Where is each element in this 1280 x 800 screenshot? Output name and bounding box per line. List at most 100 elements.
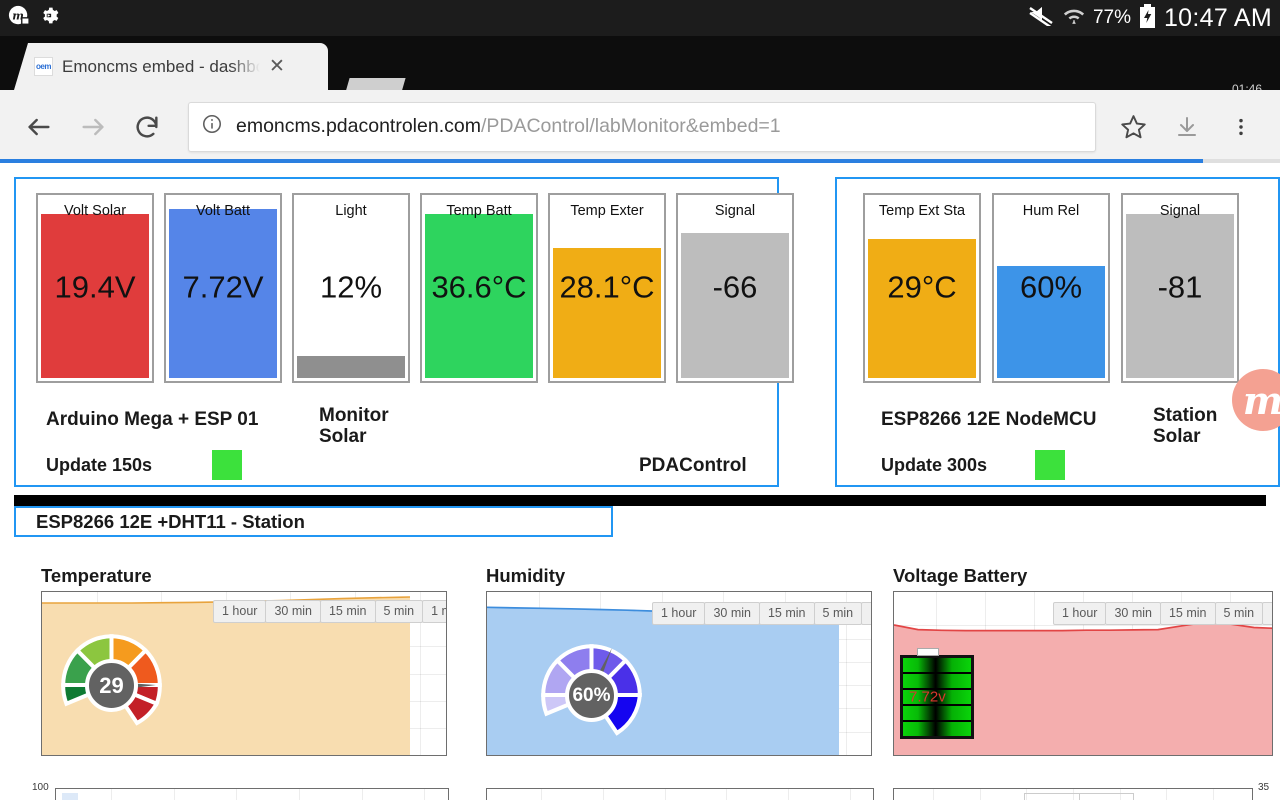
gauge-value: 12%: [294, 269, 408, 305]
m-app-icon: m: [8, 5, 30, 32]
range-button-30-min[interactable]: 30 min: [704, 602, 760, 625]
panel-left-update: Update 150s: [46, 455, 152, 476]
back-icon[interactable]: [14, 102, 64, 152]
tab-favicon: oem: [34, 57, 53, 76]
speedometer-hub: 60%: [565, 669, 618, 722]
gauge-fill: [553, 248, 661, 378]
battery-percent-label: 77%: [1093, 7, 1131, 29]
gauge-volt-solar: Volt Solar 19.4V: [36, 193, 154, 383]
plot-region: 7.72v 1 hour 30 min 15 min 5 min 1 min 1…: [893, 591, 1273, 756]
plot-region: 60% 1 hour 30 min 15 min 5 min 1 min 70 …: [486, 591, 872, 756]
page-info-icon[interactable]: [201, 113, 223, 140]
range-buttons-humidity: 1 hour 30 min 15 min 5 min 1 min: [653, 602, 872, 625]
range-button-1-hour[interactable]: 1 hour: [652, 602, 705, 625]
battery-charging-icon: [1139, 4, 1156, 33]
status-bar-right-icons: 77% 10:47 AM: [1029, 0, 1272, 36]
gauge-value: -81: [1123, 269, 1237, 305]
gauge-label: Signal: [678, 203, 792, 219]
tab-strip-clock: 01:46: [1232, 82, 1262, 90]
gauge-label: Temp Ext Sta: [865, 203, 979, 219]
new-tab-button[interactable]: [340, 78, 405, 90]
bottom-plot-middle: [486, 788, 874, 800]
bottom-plot-right: [893, 788, 1253, 800]
tab-title: Emoncms embed - dashboa: [62, 57, 260, 77]
range-button-15-min[interactable]: 15 min: [1160, 602, 1216, 625]
browser-menu-icon[interactable]: [1216, 102, 1266, 152]
brand-label: PDAControl: [639, 455, 747, 477]
chart-area: 7.72v 1 hour 30 min 15 min 5 min 1 min 1…: [893, 591, 1275, 781]
gauge-fill: [297, 356, 405, 378]
chart-title: Temperature: [41, 565, 449, 587]
status-bar-left-icons: m: [0, 5, 59, 32]
range-button-30-min[interactable]: 30 min: [1105, 602, 1161, 625]
gauge-row-left: Volt Solar 19.4V Volt Batt 7.72V Light 1…: [16, 179, 777, 383]
browser-tab[interactable]: oem Emoncms embed - dashboa ✕: [14, 43, 328, 90]
range-button-1-hour[interactable]: 1 hour: [1053, 602, 1106, 625]
range-button-5-min[interactable]: 5 min: [814, 602, 863, 625]
chart-area: 29 1 hour 30 min 15 min 5 min 1 min 30 2…: [41, 591, 449, 781]
gauge-value: 29°C: [865, 269, 979, 305]
forward-icon[interactable]: [68, 102, 118, 152]
bookmark-star-icon[interactable]: [1108, 102, 1158, 152]
panel-right-footer: ESP8266 12E NodeMCU Station Solar Update…: [837, 385, 1278, 485]
bottom-left-y-label: 100: [32, 782, 49, 793]
gauge-volt-batt: Volt Batt 7.72V: [164, 193, 282, 383]
range-button-15-min[interactable]: 15 min: [759, 602, 815, 625]
gauge-signal-right: Signal -81: [1121, 193, 1239, 383]
gauge-label: Temp Exter: [550, 203, 664, 219]
gauge-signal-left: Signal -66: [676, 193, 794, 383]
gear-icon: [38, 5, 59, 31]
gauge-temp-batt: Temp Batt 36.6°C: [420, 193, 538, 383]
gauge-fill: [681, 233, 789, 378]
range-button-1-min[interactable]: 1 min: [1262, 602, 1273, 625]
section-title-box: ESP8266 12E +DHT11 - Station: [14, 506, 613, 537]
status-led-right: [1035, 450, 1065, 480]
gauge-value: 36.6°C: [422, 269, 536, 305]
download-icon[interactable]: [1162, 102, 1212, 152]
status-bar-clock: 10:47 AM: [1164, 4, 1272, 33]
range-button-1-min[interactable]: 1 min: [861, 602, 872, 625]
panel-left-title: Arduino Mega + ESP 01: [46, 409, 258, 431]
status-led-left: [212, 450, 242, 480]
mute-icon: [1029, 6, 1055, 31]
battery-level-icon: 7.72v: [900, 655, 974, 739]
range-button-1-hour[interactable]: 1 hour: [213, 600, 266, 623]
panel-right-update: Update 300s: [881, 455, 987, 476]
panel-right-title: ESP8266 12E NodeMCU: [881, 409, 1096, 431]
bottom-right-y-label: 35: [1258, 782, 1269, 793]
gauge-light: Light 12%: [292, 193, 410, 383]
panel-left-footer: Arduino Mega + ESP 01 Monitor Solar Upda…: [16, 385, 777, 485]
chart-area: 60% 1 hour 30 min 15 min 5 min 1 min 70 …: [486, 591, 874, 781]
chart-title: Humidity: [486, 565, 874, 587]
speedometer-value: 29: [99, 673, 123, 699]
gauge-temp-exter: Temp Exter 28.1°C: [548, 193, 666, 383]
panel-right-subtitle: Station Solar: [1153, 405, 1217, 448]
range-button-5-min[interactable]: 5 min: [375, 600, 424, 623]
range-button-1-min[interactable]: 1 min: [422, 600, 447, 623]
gauge-label: Volt Batt: [166, 203, 280, 219]
gauge-label: Light: [294, 203, 408, 219]
reload-icon[interactable]: [122, 102, 172, 152]
speedometer-value: 60%: [572, 685, 610, 707]
range-button-5-min[interactable]: 5 min: [1215, 602, 1264, 625]
gauge-label: Signal: [1123, 203, 1237, 219]
gauge-fill: [868, 239, 976, 379]
speedometer-humidity: 60%: [534, 640, 649, 740]
gauge-value: 28.1°C: [550, 269, 664, 305]
gauge-label: Temp Batt: [422, 203, 536, 219]
range-button-15-min[interactable]: 15 min: [320, 600, 376, 623]
bottom-partial-charts: 100 35: [0, 782, 1280, 800]
close-icon[interactable]: ✕: [269, 57, 285, 76]
panel-esp8266-nodemcu: Temp Ext Sta 29°C Hum Rel 60% Signal -81…: [835, 177, 1280, 487]
battery-voltage-label: 7.72v: [909, 689, 946, 706]
plot-region: 29 1 hour 30 min 15 min 5 min 1 min 30 2…: [41, 591, 447, 756]
url-text: emoncms.pdacontrolen.com/PDAControl/labM…: [236, 115, 781, 138]
section-title: ESP8266 12E +DHT11 - Station: [36, 511, 305, 533]
battery-cap-icon: [917, 648, 939, 656]
browser-tab-strip: oem Emoncms embed - dashboa ✕ 01:46: [0, 36, 1280, 90]
url-bar[interactable]: emoncms.pdacontrolen.com/PDAControl/labM…: [188, 102, 1096, 152]
range-button-30-min[interactable]: 30 min: [265, 600, 321, 623]
browser-toolbar: emoncms.pdacontrolen.com/PDAControl/labM…: [0, 90, 1280, 163]
section-divider: [14, 495, 1266, 506]
chart-temperature: Temperature: [41, 565, 449, 781]
